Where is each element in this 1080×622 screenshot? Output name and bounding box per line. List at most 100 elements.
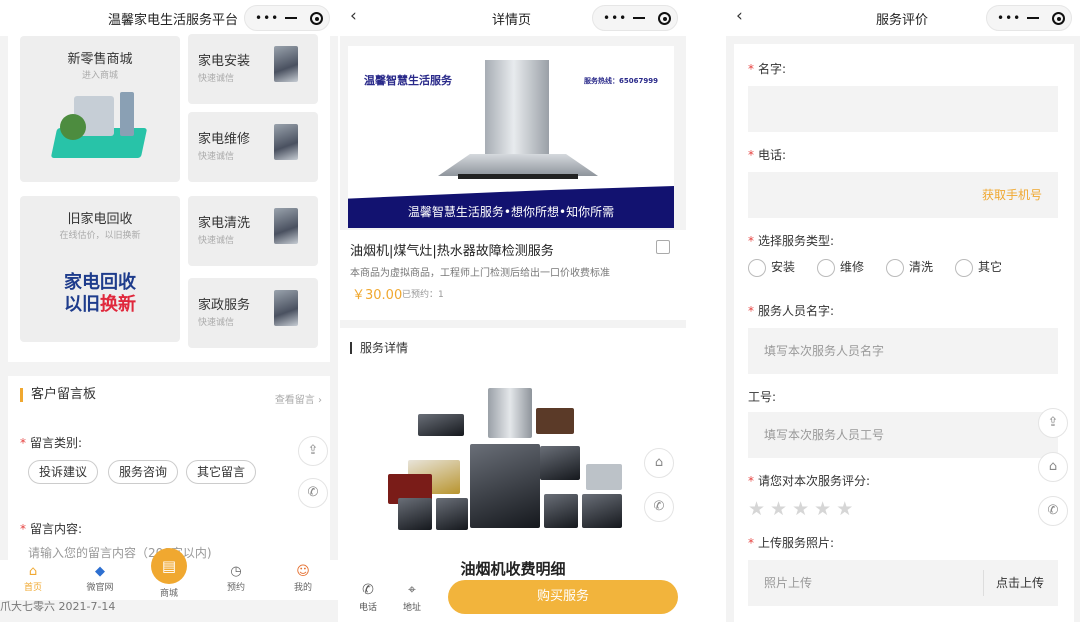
title-bar: ‹ 详情页 ••• (340, 0, 686, 36)
card-housekeeping[interactable]: 家政服务 快速诚信 (188, 278, 318, 348)
phone-input[interactable]: 获取手机号 (748, 172, 1058, 218)
card-title: 家电安装 (198, 54, 251, 69)
phone-icon[interactable]: ✆ (1038, 496, 1068, 526)
photo-upload-field[interactable]: 照片上传 点击上传 (748, 560, 1058, 606)
card-title: 家电维修 (198, 132, 251, 147)
radio-install[interactable]: 安装 (748, 258, 795, 277)
menu-capsule[interactable]: ••• (592, 5, 678, 31)
tab-home[interactable]: ⌂ 首页 (8, 564, 58, 593)
purchase-bar: ✆ 电话 ⌖ 地址 购买服务 (340, 578, 686, 622)
card-cleaning[interactable]: 家电清洗 快速诚信 (188, 196, 318, 266)
chip-consult[interactable]: 服务咨询 (108, 460, 179, 484)
range-hood-panel (458, 174, 578, 179)
card-subtitle: 快速诚信 (198, 152, 235, 162)
share-icon[interactable]: ⇪ (298, 436, 328, 466)
banner-brand: 温馨智慧生活服务 (364, 74, 452, 87)
location-icon: ⌖ (408, 582, 416, 598)
radio-other[interactable]: 其它 (955, 258, 1002, 277)
range-hood-base (438, 154, 598, 176)
close-record-icon[interactable] (310, 12, 323, 25)
card-title: 新零售商城 (67, 52, 133, 67)
home-icon[interactable]: ⌂ (644, 448, 674, 478)
share-icon[interactable] (656, 240, 670, 254)
more-icon[interactable]: ••• (255, 11, 279, 25)
category-label: * 留言类别: (20, 436, 83, 450)
date-stamp: 爪大七零六 2021-7-14 (0, 600, 116, 613)
tab-booking[interactable]: ◷ 预约 (211, 564, 261, 593)
booked-count: 已预约：1 (402, 290, 444, 300)
message-board-title: 客户留言板 (20, 388, 96, 402)
clock-icon: ◷ (230, 564, 242, 579)
menu-capsule[interactable]: ••• (986, 5, 1072, 31)
page-title: 服务评价 (876, 13, 929, 28)
menu-capsule[interactable]: ••• (244, 5, 330, 31)
close-record-icon[interactable] (658, 12, 671, 25)
product-info: 油烟机|煤气灶|热水器故障检测服务 本商品为虚拟商品，工程师上门检测后给出一口价… (340, 230, 686, 320)
more-icon[interactable]: ••• (603, 11, 627, 25)
product-desc: 本商品为虚拟商品，工程师上门检测后给出一口价收费标准 (350, 268, 610, 279)
share-icon[interactable]: ⇪ (1038, 408, 1068, 438)
address-button[interactable]: ⌖ 地址 (394, 582, 430, 613)
staff-id-input[interactable]: 填写本次服务人员工号 (748, 412, 1058, 458)
buy-service-button[interactable]: 购买服务 (448, 580, 678, 614)
card-new-retail-mall[interactable]: 新零售商城 进入商城 (20, 36, 180, 182)
card-subtitle: 快速诚信 (198, 318, 235, 328)
rating-stars[interactable]: ★★★★★ (748, 498, 858, 520)
range-hood-image (485, 60, 549, 156)
view-messages-link[interactable]: 查看留言 › (275, 391, 322, 406)
star-icon: ★ (792, 498, 815, 520)
tab-mine[interactable]: ☺ 我的 (278, 564, 328, 593)
fee-title: 油烟机收费明细 (460, 560, 566, 578)
detail-screen: ‹ 详情页 ••• 温馨智慧生活服务 服务热线：65067999 温馨智慧生活服… (340, 0, 686, 622)
minimize-icon[interactable] (633, 17, 645, 19)
back-icon[interactable]: ‹ (736, 6, 743, 26)
appliance-lineup-image (388, 388, 628, 538)
tab-mall-label[interactable]: 商城 (150, 586, 188, 599)
chip-other[interactable]: 其它留言 (186, 460, 257, 484)
card-repair[interactable]: 家电维修 快速诚信 (188, 112, 318, 182)
photo-label: * 上传服务照片: (748, 536, 835, 550)
radio-repair[interactable]: 维修 (817, 258, 864, 277)
title-bar: 温馨家电生活服务平台 ••• (0, 0, 338, 36)
get-phone-button[interactable]: 获取手机号 (982, 172, 1042, 218)
staff-name-input[interactable]: 填写本次服务人员名字 (748, 328, 1058, 374)
home-icon[interactable]: ⌂ (1038, 452, 1068, 482)
phone-icon: ✆ (362, 582, 374, 598)
banner-hotline: 服务热线：65067999 (584, 77, 658, 85)
star-icon: ★ (770, 498, 793, 520)
review-form: * 名字: * 电话: 获取手机号 * 选择服务类型: 安装 维修 清洗 其它 * 服务… (734, 44, 1074, 622)
card-install[interactable]: 家电安装 快速诚信 (188, 34, 318, 104)
message-board: 客户留言板 查看留言 › * 留言类别: 投诉建议 服务咨询 其它留言 * 留言内容… (8, 376, 330, 566)
tab-micro-site[interactable]: ◆ 微官网 (75, 564, 125, 593)
name-label: * 名字: (748, 62, 787, 76)
more-icon[interactable]: ••• (997, 11, 1021, 25)
name-input[interactable] (748, 86, 1058, 132)
service-type-label: * 选择服务类型: (748, 234, 835, 248)
review-screen: ‹ 服务评价 ••• * 名字: * 电话: 获取手机号 * 选择服务类型: 安装 维… (726, 0, 1080, 622)
back-icon[interactable]: ‹ (350, 6, 357, 26)
product-banner: 温馨智慧生活服务 服务热线：65067999 温馨智慧生活服务•想你所想•知你所… (348, 46, 674, 228)
store-icon[interactable]: ▤ (151, 548, 187, 584)
promo-line1: 家电回收 (64, 272, 136, 293)
title-bar: ‹ 服务评价 ••• (726, 0, 1080, 36)
call-button[interactable]: ✆ 电话 (350, 582, 386, 613)
minimize-icon[interactable] (285, 17, 297, 19)
page-title: 温馨家电生活服务平台 (108, 13, 239, 28)
upload-button[interactable]: 点击上传 (996, 560, 1044, 606)
chip-complaint[interactable]: 投诉建议 (28, 460, 99, 484)
card-subtitle: 快速诚信 (198, 236, 235, 246)
close-record-icon[interactable] (1052, 12, 1065, 25)
recycle-promo: 家电回收 以旧换新 (20, 272, 180, 316)
banner-slogan: 温馨智慧生活服务•想你所想•知你所需 (407, 205, 615, 219)
radio-clean[interactable]: 清洗 (886, 258, 933, 277)
star-icon: ★ (836, 498, 859, 520)
home-icon: ⌂ (28, 564, 38, 579)
content-label: * 留言内容: (20, 522, 83, 536)
minimize-icon[interactable] (1027, 17, 1039, 19)
phone-icon[interactable]: ✆ (298, 478, 328, 508)
card-subtitle: 在线估价，以旧换新 (59, 231, 141, 241)
phone-icon[interactable]: ✆ (644, 492, 674, 522)
card-recycle[interactable]: 旧家电回收 在线估价，以旧换新 家电回收 以旧换新 (20, 196, 180, 342)
star-icon: ★ (814, 498, 837, 520)
housekeeping-thumbnail (274, 290, 298, 326)
